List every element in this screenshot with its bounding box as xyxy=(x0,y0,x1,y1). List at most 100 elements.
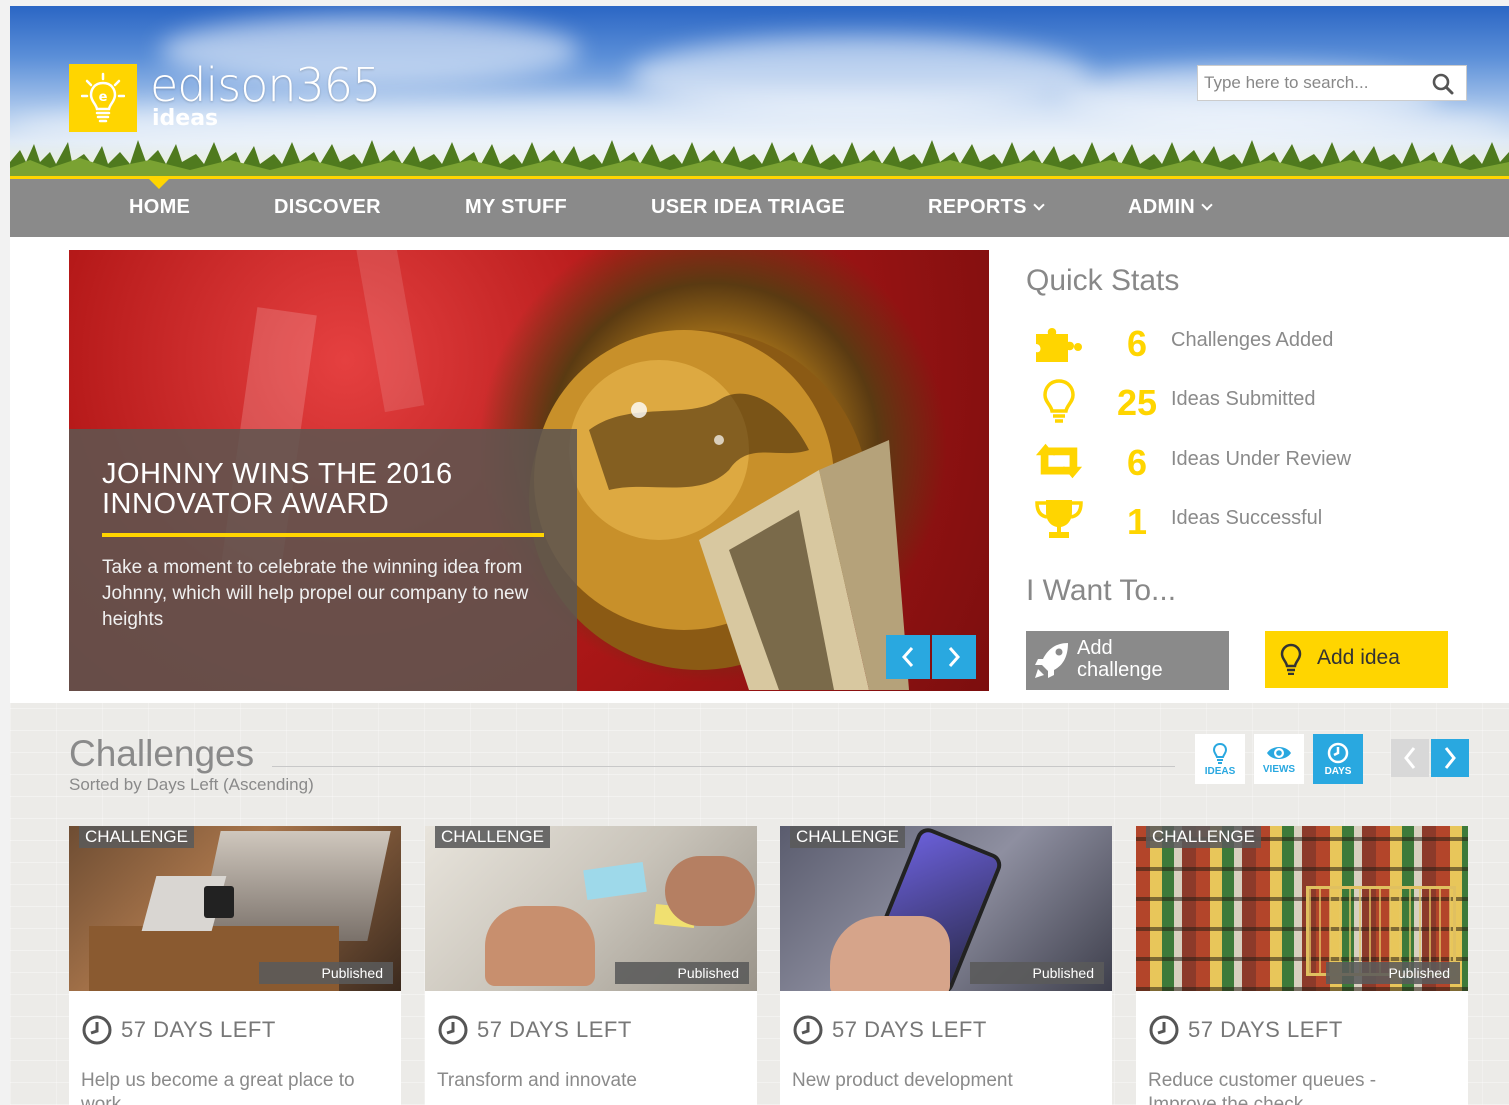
sort-by-views-button[interactable]: VIEWS xyxy=(1254,734,1304,784)
sort-by-ideas-button[interactable]: IDEAS xyxy=(1195,734,1245,784)
i-want-to-title: I Want To... xyxy=(1026,574,1177,607)
add-idea-label: Add idea xyxy=(1317,646,1400,669)
nav-discover[interactable]: DISCOVER xyxy=(274,196,381,219)
nav-my-stuff[interactable]: MY STUFF xyxy=(465,196,567,219)
nav-my-stuff-label: MY STUFF xyxy=(465,196,568,218)
nav-admin-label: ADMIN xyxy=(1128,196,1196,218)
challenge-title: Reduce customer queues - Improve the che… xyxy=(1148,1070,1377,1105)
stat-value: 6 xyxy=(1126,323,1148,364)
chevron-right-icon xyxy=(948,647,961,667)
status-badge: Published xyxy=(615,962,749,984)
days-left: 57 DAYS LEFT xyxy=(792,1014,987,1046)
brand-subname: ideas xyxy=(152,106,219,131)
chevron-left-icon xyxy=(901,647,914,667)
lightbulb-icon xyxy=(1280,643,1302,680)
lightbulb-icon xyxy=(1034,378,1084,424)
retweet-icon xyxy=(1034,438,1084,484)
rocket-icon xyxy=(1034,641,1070,684)
chevron-right-icon xyxy=(1444,747,1456,769)
stat-ideas-submitted[interactable]: 25 Ideas Submitted xyxy=(1026,376,1486,426)
challenge-card[interactable]: CHALLENGE Published 57 DAYS LEFT Help us… xyxy=(69,826,401,1105)
challenges-section: Challenges Sorted by Days Left (Ascendin… xyxy=(10,703,1509,1105)
hero-carousel[interactable]: JOHNNY WINS THE 2016 INNOVATOR AWARD Tak… xyxy=(69,250,989,691)
chevron-down-icon xyxy=(1201,199,1213,211)
stat-value: 6 xyxy=(1126,442,1148,483)
nav-home[interactable]: HOME xyxy=(129,196,190,219)
stat-challenges-added[interactable]: 6 Challenges Added xyxy=(1026,317,1486,367)
eye-icon xyxy=(1267,746,1291,759)
hero-divider xyxy=(102,533,544,537)
stat-label: Ideas Successful xyxy=(1171,507,1323,529)
hero-description: Take a moment to celebrate the winning i… xyxy=(102,557,529,630)
days-left: 57 DAYS LEFT xyxy=(437,1014,632,1046)
status-badge: Published xyxy=(259,962,393,984)
status-badge: Published xyxy=(1326,962,1460,984)
days-left: 57 DAYS LEFT xyxy=(81,1014,276,1046)
brand-name: edison365 xyxy=(150,58,381,112)
nav-discover-label: DISCOVER xyxy=(274,196,381,218)
days-left-text: 57 DAYS LEFT xyxy=(477,1017,632,1042)
add-challenge-label: Add challenge xyxy=(1077,637,1163,681)
hero-title: JOHNNY WINS THE 2016 INNOVATOR AWARD xyxy=(102,458,453,520)
hero-caption: JOHNNY WINS THE 2016 INNOVATOR AWARD Tak… xyxy=(69,429,577,691)
challenge-card[interactable]: CHALLENGE Published 57 DAYS LEFT Transfo… xyxy=(425,826,757,1105)
search-icon[interactable] xyxy=(1432,73,1454,100)
add-challenge-button[interactable]: Add challenge xyxy=(1026,631,1229,690)
challenge-title: New product development xyxy=(792,1070,1013,1091)
grass-decoration xyxy=(10,140,1509,176)
challenge-title: Help us become a great place to work xyxy=(81,1070,355,1105)
carousel-next-button[interactable] xyxy=(932,635,976,679)
section-divider xyxy=(272,766,1175,767)
chevron-left-icon xyxy=(1404,747,1416,769)
svg-text:e: e xyxy=(99,90,108,105)
nav-admin[interactable]: ADMIN xyxy=(1128,196,1213,219)
search-box xyxy=(1197,65,1467,101)
challenge-tag: CHALLENGE xyxy=(435,826,550,848)
nav-home-label: HOME xyxy=(129,196,191,218)
main-nav: HOME DISCOVER MY STUFF USER IDEA TRIAGE … xyxy=(10,176,1509,237)
carousel-prev-button[interactable] xyxy=(886,635,930,679)
days-left-text: 57 DAYS LEFT xyxy=(121,1017,276,1042)
sort-days-label: DAYS xyxy=(1324,765,1352,777)
challenges-sort-subtitle: Sorted by Days Left (Ascending) xyxy=(69,775,314,794)
stat-label: Ideas Under Review xyxy=(1171,448,1352,470)
challenge-tag: CHALLENGE xyxy=(1146,826,1261,848)
challenge-card[interactable]: CHALLENGE Published 57 DAYS LEFT Reduce … xyxy=(1136,826,1468,1105)
quick-stats-title: Quick Stats xyxy=(1026,264,1180,297)
active-nav-indicator xyxy=(146,176,172,189)
sort-views-label: VIEWS xyxy=(1262,763,1296,775)
stat-value: 25 xyxy=(1116,382,1158,423)
challenges-prev-button[interactable] xyxy=(1391,739,1429,777)
app-frame: e edison365 ideas HOME DISCOVER MY STUFF… xyxy=(10,6,1509,1105)
clock-icon xyxy=(438,1015,468,1045)
stat-label: Challenges Added xyxy=(1171,329,1334,351)
sort-ideas-label: IDEAS xyxy=(1204,765,1236,777)
trophy-icon xyxy=(1034,497,1084,543)
stat-ideas-under-review[interactable]: 6 Ideas Under Review xyxy=(1026,436,1486,486)
chevron-down-icon xyxy=(1033,199,1045,211)
days-left: 57 DAYS LEFT xyxy=(1148,1014,1343,1046)
logo-icon[interactable]: e xyxy=(69,64,137,132)
clock-icon xyxy=(793,1015,823,1045)
challenges-title: Challenges xyxy=(69,733,255,774)
challenges-next-button[interactable] xyxy=(1431,739,1469,777)
nav-reports[interactable]: REPORTS xyxy=(928,196,1045,219)
lightbulb-icon xyxy=(1212,742,1228,764)
nav-reports-label: REPORTS xyxy=(928,196,1027,218)
stat-value: 1 xyxy=(1126,501,1148,542)
sort-by-days-button[interactable]: DAYS xyxy=(1313,734,1363,784)
puzzle-icon xyxy=(1034,319,1084,365)
status-badge: Published xyxy=(970,962,1104,984)
nav-user-idea-triage[interactable]: USER IDEA TRIAGE xyxy=(651,196,845,219)
stat-label: Ideas Submitted xyxy=(1171,388,1316,410)
search-input[interactable] xyxy=(1198,68,1418,98)
add-idea-button[interactable]: Add idea xyxy=(1265,631,1448,688)
challenge-card[interactable]: CHALLENGE Published 57 DAYS LEFT New pro… xyxy=(780,826,1112,1105)
clock-icon xyxy=(1149,1015,1179,1045)
header-banner: e edison365 ideas xyxy=(10,6,1509,176)
challenge-tag: CHALLENGE xyxy=(790,826,905,848)
days-left-text: 57 DAYS LEFT xyxy=(832,1017,987,1042)
stat-ideas-successful[interactable]: 1 Ideas Successful xyxy=(1026,495,1486,545)
clock-icon xyxy=(1327,742,1349,763)
clock-icon xyxy=(82,1015,112,1045)
